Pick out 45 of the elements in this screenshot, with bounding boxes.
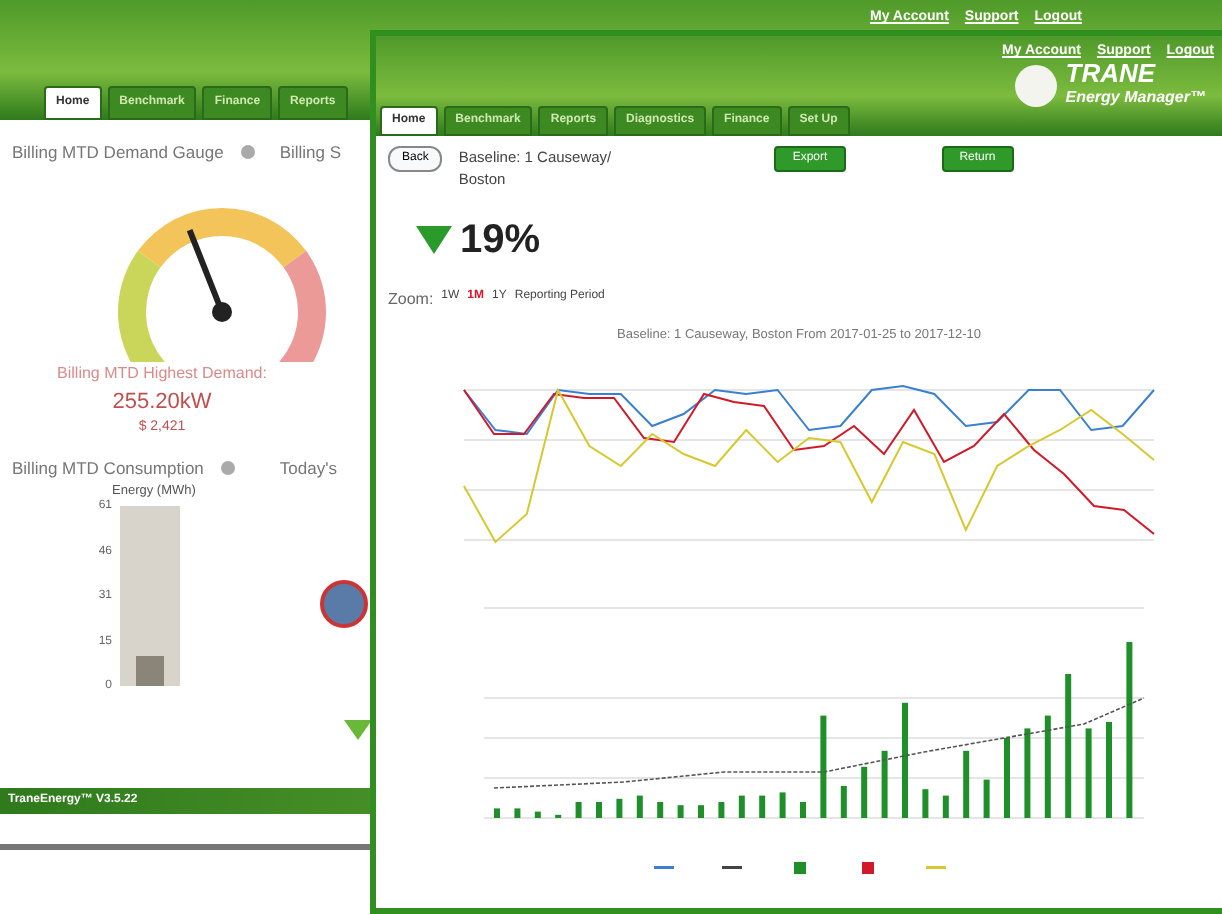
chart-bar bbox=[698, 805, 704, 819]
panel-title: Billing S bbox=[279, 140, 342, 166]
chart-bar bbox=[779, 792, 786, 819]
settings-icon bbox=[239, 144, 256, 161]
chart-bar bbox=[881, 751, 888, 819]
highest-demand-label: Billing MTD Highest Demand: bbox=[55, 361, 269, 386]
chart-bar bbox=[922, 789, 929, 819]
chart-bar bbox=[800, 802, 806, 819]
chart-bar bbox=[1044, 716, 1051, 819]
chart-bar bbox=[942, 796, 949, 819]
chart-bar bbox=[575, 802, 582, 819]
chart-bar bbox=[1106, 722, 1112, 819]
chart-bar bbox=[616, 799, 623, 819]
chart-bar bbox=[861, 767, 868, 819]
chart-bar bbox=[983, 780, 990, 819]
chart-bar bbox=[718, 802, 725, 819]
chart-bar bbox=[596, 802, 602, 819]
chart-bar bbox=[759, 796, 766, 819]
chart-bar bbox=[1024, 728, 1031, 819]
down-arrow-icon bbox=[344, 720, 372, 740]
settings-icon bbox=[219, 460, 236, 477]
chart-bar bbox=[636, 796, 643, 819]
panel-title: Today's bbox=[279, 455, 337, 481]
logo-icon bbox=[1013, 63, 1058, 107]
down-arrow-icon bbox=[416, 225, 452, 253]
chart-bar bbox=[820, 716, 827, 819]
chart-bar bbox=[514, 808, 521, 819]
savings-percent: 19% bbox=[460, 215, 541, 265]
chart-bar bbox=[840, 786, 847, 819]
chart-bar bbox=[534, 812, 541, 819]
chart-bar bbox=[657, 802, 664, 819]
panel-title: Billing MTD Consumption bbox=[12, 455, 204, 481]
chart-bar bbox=[1004, 738, 1010, 819]
chart-bar bbox=[494, 808, 500, 819]
chart-bar bbox=[738, 796, 745, 819]
weather-icon bbox=[320, 580, 368, 628]
chart-bar bbox=[1085, 728, 1092, 819]
chart-bar bbox=[677, 805, 684, 819]
logo-brand: TRANE bbox=[1065, 60, 1158, 86]
highest-demand-value: 255.20kW bbox=[110, 387, 214, 418]
chart-bar bbox=[963, 751, 970, 819]
panel-title: Billing MTD Demand Gauge bbox=[12, 140, 224, 166]
logo-product: Energy Manager™ bbox=[1065, 86, 1206, 110]
chart-bar bbox=[902, 703, 908, 819]
zoom-label: Zoom: bbox=[388, 287, 434, 311]
